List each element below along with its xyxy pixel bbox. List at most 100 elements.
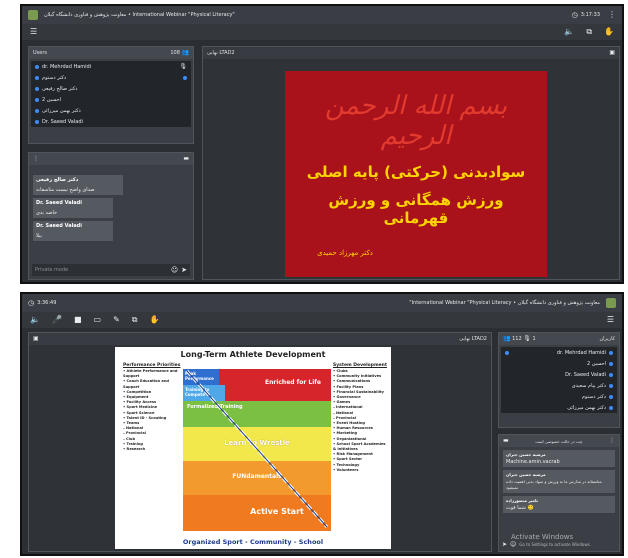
user-row[interactable]: دکتر دستوم bbox=[31, 72, 191, 83]
chat-message: مرضیه حسین جبران Machine.amin.vacrab bbox=[503, 450, 615, 467]
chat-message: Dr. Saeed Valadi خاصه بدی bbox=[33, 198, 113, 218]
chat-input[interactable]: Private mode bbox=[35, 267, 171, 273]
slide: بسم الله الرحمن الرحیم سوادبدنی (حرکتی) … bbox=[285, 71, 547, 277]
ltad-slide: Long-Term Athlete Development Performanc… bbox=[115, 347, 391, 549]
chat-icon: ▬ bbox=[503, 437, 509, 444]
users-list: dr. Mehrdad Hamidi 🎙 دکتر دستوم دکتر صالح… bbox=[31, 61, 191, 127]
bottom-window: ◷ 3:36:49 "International Webinar "Physic… bbox=[20, 292, 624, 556]
chat-input-bar: ➤ ☺ Go to Settings to activate Windows. bbox=[502, 540, 616, 549]
user-icon bbox=[609, 361, 613, 366]
hamburger-menu-icon[interactable]: ☰ bbox=[30, 28, 37, 36]
user-icon bbox=[609, 383, 613, 388]
ltad-right-heading: System Development bbox=[333, 363, 388, 368]
share-screen-icon[interactable]: ⧉ bbox=[586, 28, 592, 36]
user-icon bbox=[609, 405, 613, 410]
presentation-panel: ▣ نهایی LTAD2 Long-Term Athlete Developm… bbox=[28, 332, 492, 552]
mic-icon: 🎙 bbox=[523, 335, 531, 342]
mic-icon: 🎙 bbox=[179, 62, 187, 70]
send-icon[interactable]: ➤ bbox=[181, 266, 187, 274]
chat-panel-header: ▬ چت در حالت خصوصی است ⋮ bbox=[499, 435, 619, 447]
slide-author: دکتر مهرزاد حمیدی bbox=[317, 249, 373, 257]
emoji-icon[interactable]: ☺ bbox=[171, 266, 178, 274]
window-title: "International Webinar "Physical Literac… bbox=[409, 300, 600, 306]
raise-hand-icon[interactable]: ✋ bbox=[604, 28, 614, 36]
users-panel-header: Users 108 👥 bbox=[29, 47, 193, 59]
presentation-panel: نهایی LTAD2 ▣ بسم الله الرحمن الرحیم سوا… bbox=[202, 46, 620, 280]
user-icon bbox=[35, 75, 39, 80]
presentation-name: نهایی LTAD2 bbox=[459, 336, 487, 342]
presentation-name: نهایی LTAD2 bbox=[207, 50, 235, 56]
users-header-label: Users bbox=[33, 50, 48, 56]
share-screen-icon[interactable]: ⧉ bbox=[132, 316, 138, 324]
speaker-icon[interactable]: 🔈 bbox=[564, 28, 574, 36]
chat-icon: ▬ bbox=[183, 155, 189, 162]
chat-message: Dr. Saeed Valadi ببلا bbox=[33, 221, 113, 241]
ltad-left-heading: Performance Priorities bbox=[123, 363, 181, 368]
user-row[interactable]: احسین 2 bbox=[31, 94, 191, 105]
session-time: 3:36:49 bbox=[37, 300, 57, 306]
user-row[interactable]: دکتر بهمن میرزائی bbox=[31, 105, 191, 116]
ltad-footer: Organized Sport - Community - School bbox=[182, 538, 324, 546]
user-row[interactable]: دکتر پیام سعیدی bbox=[501, 380, 617, 391]
clock-icon: ◷ bbox=[571, 11, 578, 19]
users-list: dr. Mehrdad Hamidi احسین 2 Dr. Saeed Val… bbox=[501, 347, 617, 413]
top-titlebar: معاونت پژوهش و فناوری دانشگاه گیلان • In… bbox=[22, 6, 622, 24]
bottom-titlebar: ◷ 3:36:49 "International Webinar "Physic… bbox=[22, 294, 622, 312]
users-header-label: کاربران bbox=[599, 336, 615, 342]
user-row[interactable]: احسین 2 bbox=[501, 358, 617, 369]
mic-count: 1 bbox=[532, 336, 536, 342]
chat-panel: ⋮ ▬ دکتر صالح رفیعی صدای واضح نیست متاسف… bbox=[28, 152, 194, 280]
slide-calligraphy: بسم الله الرحمن الرحیم bbox=[324, 91, 508, 151]
chat-panel: ▬ چت در حالت خصوصی است ⋮ مرضیه حسین جبرا… bbox=[498, 434, 620, 552]
clock-icon: ◷ bbox=[28, 299, 35, 307]
user-row[interactable]: dr. Mehrdad Hamidi 🎙 bbox=[31, 61, 191, 72]
emoji-icon[interactable]: ☺ bbox=[510, 541, 516, 549]
menu-dots-icon[interactable]: ⋮ bbox=[608, 11, 616, 19]
menu-dots-icon[interactable]: ⋮ bbox=[33, 155, 39, 163]
user-row[interactable]: دکتر بهمن میرزائی bbox=[501, 402, 617, 413]
status-icon bbox=[183, 75, 187, 80]
user-row[interactable]: Dr. Saeed Valadi bbox=[31, 116, 191, 127]
presentation-options-icon[interactable]: ▣ bbox=[33, 335, 39, 343]
screen-icon[interactable]: ▭ bbox=[94, 316, 102, 324]
users-count: 108 bbox=[170, 50, 180, 56]
pen-icon[interactable]: ✎ bbox=[113, 316, 120, 324]
status-icon bbox=[505, 350, 509, 355]
camera-icon[interactable]: ■ bbox=[74, 316, 82, 324]
user-row[interactable]: dr. Mehrdad Hamidi bbox=[501, 347, 617, 358]
diagonal-arrow bbox=[185, 369, 329, 529]
ltad-left-list: • Athlete Performance and Support • Coac… bbox=[123, 369, 178, 452]
speaker-icon[interactable]: 🔈 bbox=[30, 316, 40, 324]
top-toolbar: ☰ 🔈 ⧉ ✋ bbox=[22, 24, 622, 40]
top-window: معاونت پژوهش و فناوری دانشگاه گیلان • In… bbox=[20, 4, 624, 284]
chat-input-bar: Private mode ☺ ➤ bbox=[32, 264, 190, 276]
user-icon bbox=[35, 108, 39, 113]
ltad-stages: Peak Performance Training to Compete Enr… bbox=[183, 369, 331, 531]
raise-hand-icon[interactable]: ✋ bbox=[149, 316, 159, 324]
users-count: 112 bbox=[512, 336, 522, 342]
mic-muted-icon[interactable]: 🎤 bbox=[52, 316, 62, 324]
chat-panel-header: ⋮ ▬ bbox=[29, 153, 193, 165]
ltad-right-list: • Clubs • Community Initiatives • Commun… bbox=[333, 369, 386, 472]
slide-title-line2: ورزش همگانی و ورزش قهرمانی bbox=[328, 191, 504, 227]
app-logo-icon bbox=[28, 10, 38, 20]
user-icon bbox=[35, 64, 39, 69]
window-title: معاونت پژوهش و فناوری دانشگاه گیلان • In… bbox=[44, 12, 235, 18]
ltad-title: Long-Term Athlete Development bbox=[180, 350, 326, 359]
users-panel: Users 108 👥 dr. Mehrdad Hamidi 🎙 دکتر دست… bbox=[28, 46, 194, 144]
user-row[interactable]: دکتر دستوم bbox=[501, 391, 617, 402]
chat-message: دکتر صالح رفیعی صدای واضح نیست متاسفانه bbox=[33, 175, 123, 195]
chat-message: مرضیه حسین جبران متاسفانه در مدارس ما به… bbox=[503, 470, 615, 493]
send-icon[interactable]: ➤ bbox=[502, 541, 507, 549]
session-time: 3:17:33 bbox=[580, 12, 600, 18]
hamburger-menu-icon[interactable]: ☰ bbox=[607, 316, 614, 324]
presentation-options-icon[interactable]: ▣ bbox=[609, 49, 615, 57]
activate-windows-hint: Go to Settings to activate Windows. bbox=[519, 542, 591, 547]
user-icon bbox=[35, 86, 39, 91]
users-panel-header: 👥 112 🎙 1 کاربران bbox=[499, 333, 619, 345]
user-icon bbox=[35, 119, 39, 124]
menu-dots-icon[interactable]: ⋮ bbox=[609, 437, 615, 445]
user-row[interactable]: دکتر صالح رفیعی bbox=[31, 83, 191, 94]
chat-header-label: چت در حالت خصوصی است bbox=[535, 438, 583, 444]
user-row[interactable]: Dr. Saeed Valadi bbox=[501, 369, 617, 380]
